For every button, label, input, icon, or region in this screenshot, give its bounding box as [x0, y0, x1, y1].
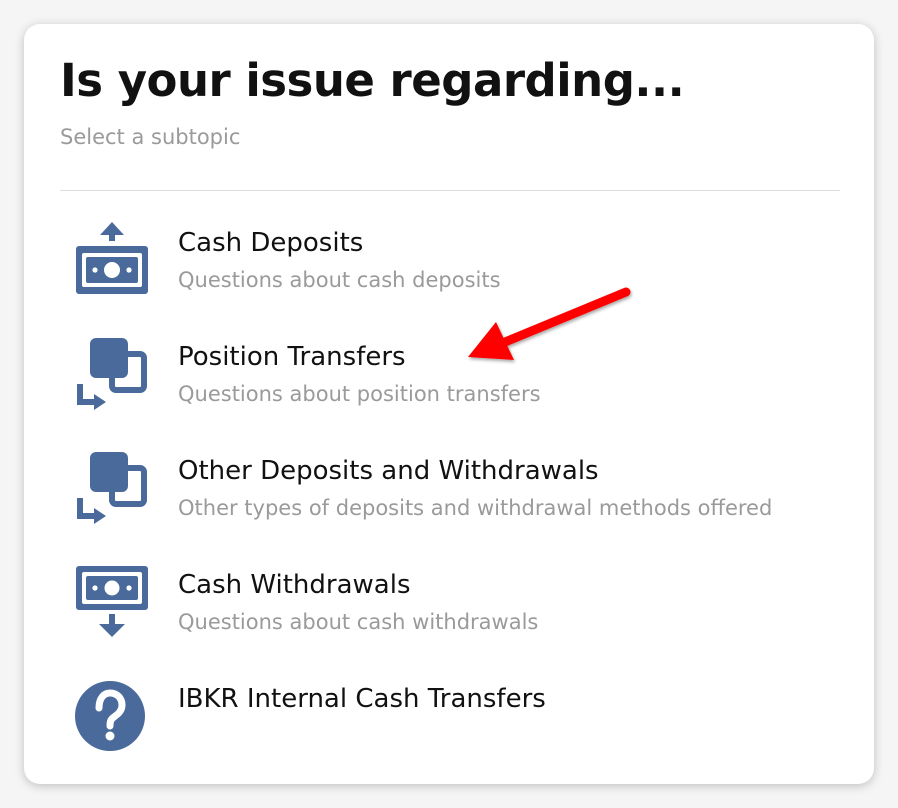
subtopic-description: Other types of deposits and withdrawal m…: [178, 496, 773, 520]
subtopic-cash-withdrawals[interactable]: Cash Withdrawals Questions about cash wi…: [60, 564, 850, 664]
subtopic-label: IBKR Internal Cash Transfers: [178, 684, 546, 714]
subtopic-label: Other Deposits and Withdrawals: [178, 456, 599, 486]
position-transfer-icon: [74, 450, 150, 526]
cash-withdrawal-icon: [74, 564, 150, 640]
subtopic-card: Is your issue regarding... Select a subt…: [24, 24, 874, 784]
divider: [60, 190, 840, 191]
subtopic-other-deposits-withdrawals[interactable]: Other Deposits and Withdrawals Other typ…: [60, 450, 850, 550]
subtopic-description: Questions about cash deposits: [178, 268, 501, 292]
subtopic-label: Cash Deposits: [178, 228, 364, 258]
subtopic-ibkr-internal-cash-transfers[interactable]: IBKR Internal Cash Transfers: [60, 678, 850, 778]
subtopic-label: Position Transfers: [178, 342, 406, 372]
subtopic-description: Questions about cash withdrawals: [178, 610, 539, 634]
subtopic-description: Questions about position transfers: [178, 382, 541, 406]
subtopic-position-transfers[interactable]: Position Transfers Questions about posit…: [60, 336, 850, 436]
position-transfer-icon: [74, 336, 150, 412]
question-circle-icon: [74, 678, 150, 754]
page-subtitle: Select a subtopic: [60, 125, 241, 149]
subtopic-cash-deposits[interactable]: Cash Deposits Questions about cash depos…: [60, 222, 850, 322]
cash-deposit-icon: [74, 222, 150, 298]
page-title: Is your issue regarding...: [60, 54, 685, 107]
subtopic-label: Cash Withdrawals: [178, 570, 411, 600]
